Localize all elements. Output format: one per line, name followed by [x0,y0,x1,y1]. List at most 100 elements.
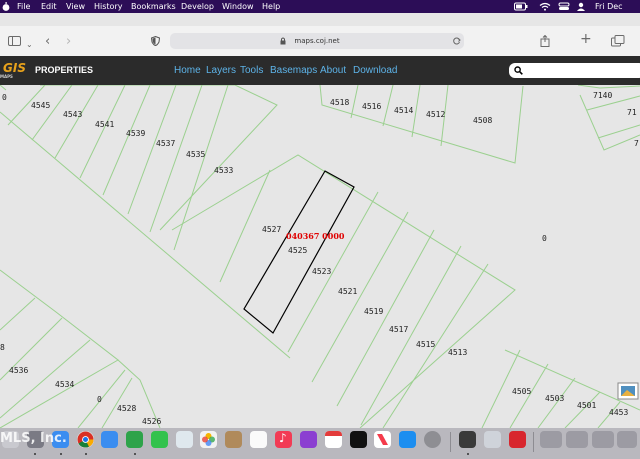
reminders-app-icon[interactable] [250,431,267,448]
news-icon [377,434,388,445]
chrome-icon [77,431,94,448]
nav-basemaps[interactable]: Basemaps [270,56,317,85]
running-indicator [85,453,87,455]
address-bar[interactable]: maps.coj.net [170,33,464,49]
forward-button[interactable]: › [66,35,71,48]
messages-app-icon[interactable] [126,431,143,448]
running-indicator [134,453,136,455]
parcel-label: 4453 [609,408,628,417]
parcel-label: 0 [2,93,7,102]
screenshot-app-icon[interactable] [484,431,501,448]
app-store-icon[interactable] [399,431,416,448]
parcel-label: 4518 [330,98,349,107]
parcel-map[interactable]: 0 4545 4543 4541 4539 4537 4535 4533 452… [0,84,640,429]
menu-bookmarks[interactable]: Bookmarks [131,1,176,12]
parcel-label: 0 [542,234,547,243]
selected-parcel-id[interactable]: 040367 0000 [286,231,345,241]
user-icon[interactable] [576,2,586,11]
battery-icon[interactable] [514,2,528,11]
gis-logo[interactable]: GIS [0,56,32,85]
parcel-label: 71 [627,108,637,117]
dock-recent-item[interactable] [592,431,614,448]
share-icon[interactable] [540,35,550,47]
menu-history[interactable]: History [94,1,122,12]
tab-overview-icon[interactable] [611,35,625,47]
nav-download[interactable]: Download [353,56,397,85]
menu-edit[interactable]: Edit [41,1,57,12]
calendar-header [325,431,342,436]
wifi-icon[interactable] [539,2,551,11]
logo-tagline: MAPS [0,74,13,79]
dock: ♪ [0,428,640,459]
chrome-app-icon[interactable] [77,431,94,448]
parcel-label: 8 [0,343,5,352]
news-app-icon[interactable] [374,431,391,448]
maps-app-icon[interactable] [176,431,193,448]
parcel-label: 4523 [312,267,331,276]
parcel-label: 4512 [426,110,445,119]
menu-file[interactable]: File [17,1,30,12]
menu-bar: File Edit View History Bookmarks Develop… [0,0,640,13]
photos-icon [202,433,215,446]
control-center-icon[interactable] [558,2,570,11]
app-header: GIS MAPS PROPERTIES Home Layers Tools Ba… [0,56,640,85]
nav-layers[interactable]: Layers [206,56,236,85]
parcel-lines [0,84,640,429]
app-title: PROPERTIES [35,65,94,75]
nav-home[interactable]: Home [174,56,201,85]
parcel-label: 4508 [473,116,492,125]
mls-watermark: MLS, Inc. [0,431,67,446]
parcel-label: 4539 [126,129,145,138]
menu-window[interactable]: Window [222,1,254,12]
parcel-label: 4503 [545,394,564,403]
preview-app-icon[interactable] [459,431,476,448]
parcel-label: 4505 [512,387,531,396]
sidebar-toggle-icon[interactable] [8,36,21,46]
menu-clock[interactable]: Fri Dec [595,1,623,12]
parcel-label: 4534 [55,380,74,389]
parcel-label: 0 [97,395,102,404]
tv-app-icon[interactable] [350,431,367,448]
logo-text: GIS [3,61,26,75]
back-button[interactable]: ‹ [45,35,50,48]
dock-folder-stack[interactable] [540,431,562,448]
dock-separator [450,432,451,452]
nav-tools[interactable]: Tools [240,56,263,85]
trash-icon[interactable] [617,431,637,448]
menu-develop[interactable]: Develop [181,1,214,12]
parcel-label: 4526 [142,417,161,426]
url-text[interactable]: maps.coj.net [170,33,464,49]
reload-icon[interactable] [453,37,461,45]
new-tab-button[interactable]: + [580,32,592,46]
parcel-label: 4545 [31,101,50,110]
parcel-label: 4519 [364,307,383,316]
dock-recent-item[interactable] [566,431,588,448]
nav-about[interactable]: About [320,56,346,85]
map-canvas[interactable]: 0 4545 4543 4541 4539 4537 4535 4533 452… [0,84,640,429]
menu-view[interactable]: View [66,1,85,12]
parcel-label: 4517 [389,325,408,334]
podcasts-app-icon[interactable] [300,431,317,448]
parcel-label: 4533 [214,166,233,175]
apple-icon[interactable] [0,1,12,12]
menu-help[interactable]: Help [262,1,280,12]
chevron-down-icon[interactable]: ⌄ [26,38,33,51]
search-icon[interactable] [514,66,523,75]
image-thumbnail-icon[interactable] [617,382,639,400]
parcel-label: 4528 [117,404,136,413]
search-input[interactable] [509,63,640,78]
parcel-label: 4501 [577,401,596,410]
system-settings-icon[interactable] [424,431,441,448]
parcel-label: 4516 [362,102,381,111]
facetime-app-icon[interactable] [151,431,168,448]
parcel-label: 4527 [262,225,281,234]
privacy-shield-icon[interactable] [151,36,160,46]
calendar-app-icon[interactable] [325,431,342,448]
music-app-icon[interactable]: ♪ [275,431,292,448]
photo-booth-app-icon[interactable] [509,431,526,448]
parcel-label: 4515 [416,340,435,349]
contacts-app-icon[interactable] [225,431,242,448]
photos-app-icon[interactable] [200,431,217,448]
mail-app-icon[interactable] [101,431,118,448]
lock-icon [280,37,286,45]
